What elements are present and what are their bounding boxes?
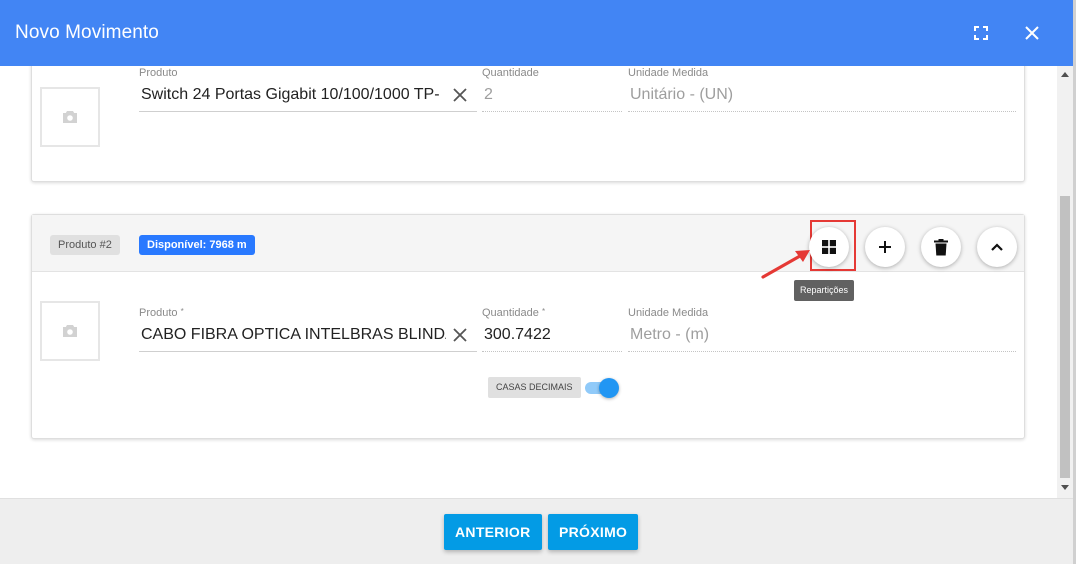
annotation-arrow-icon (761, 250, 810, 279)
unidade-medida-field: Unidade Medida Unitário - (UN) (628, 67, 1016, 113)
collapse-card-button[interactable] (977, 227, 1017, 267)
clear-icon[interactable] (451, 86, 469, 104)
scroll-up-icon[interactable] (1061, 72, 1069, 77)
quantidade-value[interactable]: 2 (484, 86, 493, 104)
add-product-button[interactable] (865, 227, 905, 267)
quantidade-value[interactable]: 300.7422 (484, 326, 551, 344)
proximo-button[interactable]: PRÓXIMO (548, 514, 639, 550)
dialog-footer: ANTERIOR PRÓXIMO (0, 498, 1073, 564)
scroll-down-icon[interactable] (1061, 485, 1069, 490)
fullscreen-icon[interactable] (968, 20, 994, 46)
delete-product-button[interactable] (921, 227, 961, 267)
disponivel-badge: Disponível: 7968 m (139, 235, 255, 255)
unidade-medida-label: Unidade Medida (628, 67, 709, 79)
trash-icon (934, 238, 948, 255)
anterior-button[interactable]: ANTERIOR (444, 514, 542, 550)
produto-field[interactable]: Produto Switch 24 Portas Gigabit 10/100/… (139, 67, 477, 113)
plus-icon (879, 241, 891, 253)
produto-field[interactable]: Produto * CABO FIBRA OPTICA INTELBRAS BL… (139, 307, 477, 353)
dialog-title: Novo Movimento (15, 22, 159, 43)
dialog-content: Produto Switch 24 Portas Gigabit 10/100/… (0, 66, 1057, 498)
product-card-header: Produto #2 Disponível: 7968 m (32, 215, 1024, 272)
quantidade-label: Quantidade * (482, 307, 546, 319)
quantidade-field[interactable]: Quantidade * 300.7422 (482, 307, 622, 353)
unidade-medida-value: Unitário - (UN) (630, 86, 734, 103)
novo-movimento-dialog: Novo Movimento Produto Switch 24 Portas (0, 0, 1076, 564)
product-number-chip: Produto #2 (50, 235, 120, 255)
casas-decimais-toggle[interactable] (583, 377, 619, 399)
unidade-medida-label: Unidade Medida (628, 307, 709, 319)
reparticoes-tooltip: Repartições (794, 280, 855, 301)
product-card-1: Produto Switch 24 Portas Gigabit 10/100/… (31, 66, 1025, 182)
camera-icon (63, 325, 77, 337)
required-mark: * (180, 307, 184, 316)
required-mark: * (541, 307, 546, 316)
product-photo-placeholder[interactable] (40, 301, 100, 361)
chevron-up-icon (991, 243, 1003, 251)
camera-icon (63, 111, 77, 123)
produto-value[interactable]: Switch 24 Portas Gigabit 10/100/1000 TP- (141, 86, 446, 104)
quantidade-label: Quantidade (482, 67, 539, 79)
dialog-titlebar: Novo Movimento (0, 0, 1073, 66)
unidade-medida-field: Unidade Medida Metro - (m) (628, 307, 1016, 353)
produto-value[interactable]: CABO FIBRA OPTICA INTELBRAS BLINDADO (141, 326, 446, 344)
product-photo-placeholder[interactable] (40, 87, 100, 147)
clear-icon[interactable] (451, 326, 469, 344)
product-card-2: Produto #2 Disponível: 7968 m Repartiçõe… (31, 214, 1025, 439)
content-scrollbar[interactable] (1057, 66, 1073, 498)
reparticoes-button[interactable] (809, 227, 849, 267)
casas-decimais-label: CASAS DECIMAIS (488, 377, 581, 398)
grid-icon (822, 240, 836, 254)
unidade-medida-value: Metro - (m) (630, 326, 710, 343)
produto-label: Produto * (139, 307, 184, 319)
scrollbar-thumb[interactable] (1060, 196, 1070, 478)
produto-label: Produto (139, 67, 178, 79)
close-icon[interactable] (1019, 20, 1045, 46)
quantidade-field[interactable]: Quantidade 2 (482, 67, 622, 113)
